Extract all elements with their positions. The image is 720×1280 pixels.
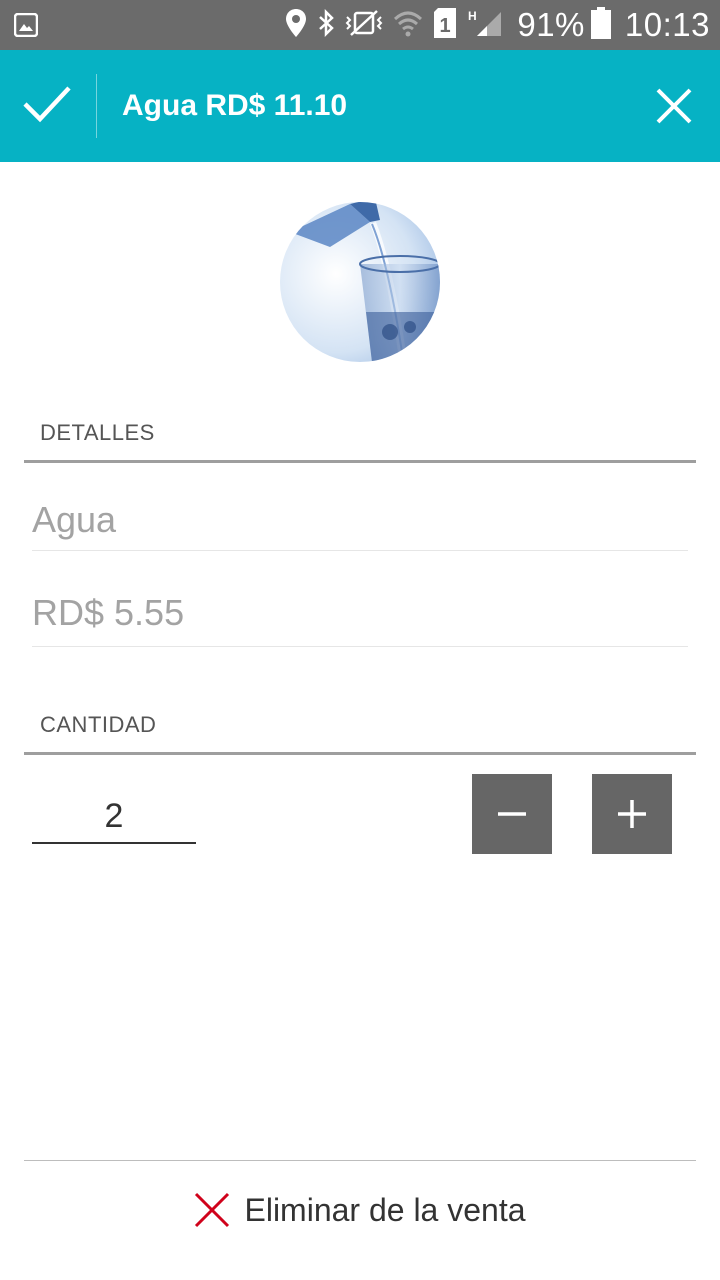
confirm-button[interactable] (0, 50, 96, 162)
svg-text:1: 1 (440, 15, 451, 37)
water-glass-image (280, 202, 440, 362)
details-header-label: DETALLES (40, 420, 155, 445)
increment-button[interactable] (592, 774, 672, 854)
vibrate-mute-icon (345, 9, 383, 42)
minus-icon (498, 812, 526, 816)
app-bar-divider (96, 74, 97, 138)
battery-percentage: 91% (517, 6, 585, 43)
quantity-section-header: CANTIDAD (24, 712, 696, 755)
app-bar: Agua RD$ 11.10 (0, 50, 720, 162)
sim-icon: 1 (433, 7, 457, 43)
decrement-button[interactable] (472, 774, 552, 854)
signal-icon: H (467, 8, 503, 43)
product-image (280, 202, 440, 362)
remove-from-sale-label: Eliminar de la venta (244, 1191, 526, 1228)
battery-icon (590, 6, 611, 44)
status-bar: 1 H 91% 10:13 (0, 0, 720, 50)
clock: 10:13 (624, 6, 710, 43)
product-name-field[interactable]: Agua (32, 494, 688, 551)
close-icon (656, 88, 692, 124)
wifi-icon (393, 9, 423, 42)
close-icon (195, 1192, 230, 1228)
footer-divider (24, 1160, 696, 1161)
quantity-input[interactable]: 2 (32, 790, 196, 844)
check-icon (23, 86, 71, 123)
details-section-header: DETALLES (24, 420, 696, 463)
bluetooth-icon (317, 8, 335, 42)
location-icon (285, 8, 307, 43)
remove-from-sale-button[interactable]: Eliminar de la venta (0, 1162, 720, 1258)
plus-icon (618, 800, 646, 828)
quantity-header-label: CANTIDAD (40, 712, 157, 737)
page-title: Agua RD$ 11.10 (122, 89, 348, 122)
product-price-field[interactable]: RD$ 5.55 (32, 588, 688, 647)
svg-text:H: H (468, 9, 477, 23)
gallery-icon (13, 12, 39, 42)
close-button[interactable] (650, 82, 698, 130)
